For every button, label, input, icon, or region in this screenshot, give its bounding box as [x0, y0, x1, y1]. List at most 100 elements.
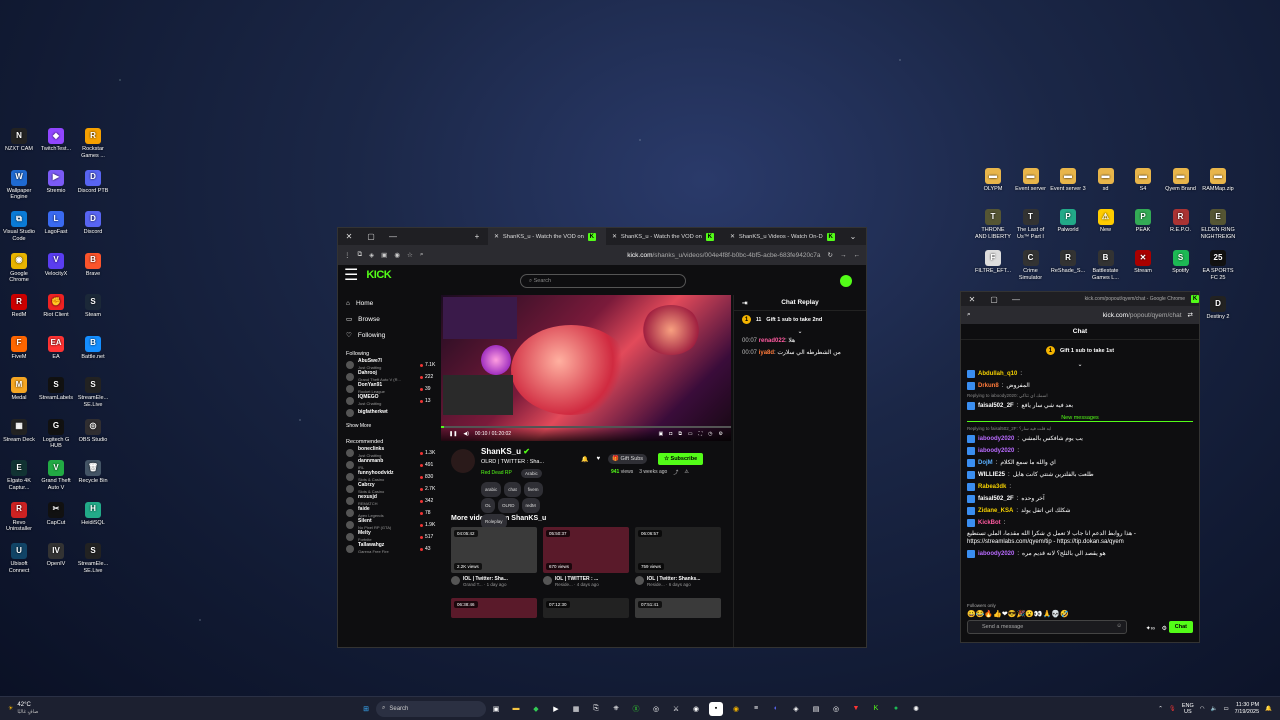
- close-window-icon[interactable]: ✕: [338, 232, 360, 241]
- desktop-icon[interactable]: B Brave: [75, 252, 111, 278]
- avatar[interactable]: [840, 275, 852, 287]
- forward-icon[interactable]: →: [840, 252, 847, 259]
- sidebar-channel[interactable]: AbuSwe7l Just Chatting 7.1K: [338, 358, 440, 371]
- wifi-icon[interactable]: ◠: [1200, 706, 1205, 712]
- desktop-icon[interactable]: T THRONE AND LIBERTY: [975, 209, 1011, 240]
- app-icon[interactable]: ≡: [749, 702, 763, 716]
- collapse-icon[interactable]: ⇥: [742, 299, 747, 307]
- desktop-icon[interactable]: ▬ Event server 3: [1050, 168, 1086, 193]
- url-field[interactable]: kick.com/shanks_u/videos/004e4f8f-b0bc-4…: [430, 252, 820, 259]
- desktop-icon[interactable]: S Spotify: [1163, 250, 1199, 275]
- desktop-icon[interactable]: EA EA: [38, 335, 74, 361]
- gift-leaderboard[interactable]: 1 11 Gift 1 sub to take 2nd: [742, 315, 858, 324]
- desktop-icon[interactable]: ◉ Google Chrome: [1, 252, 37, 284]
- hamburger-icon[interactable]: ☰: [344, 265, 358, 285]
- desktop-icon[interactable]: R Rockstar Games ...: [75, 128, 111, 159]
- clip-icon[interactable]: ▣: [659, 431, 664, 437]
- restore-icon[interactable]: ▢: [983, 295, 1005, 304]
- desktop-icon[interactable]: D Discord: [75, 211, 111, 236]
- sidebar-channel[interactable]: DonYan91 Rocket League 39: [338, 382, 440, 395]
- back-icon[interactable]: ←: [854, 252, 861, 259]
- desktop-icon[interactable]: ▶ Stremio: [38, 169, 74, 195]
- tab-close-icon[interactable]: ✕: [612, 234, 617, 240]
- sidebar-channel[interactable]: Silent No Pixel RP (GTA) 1.9K: [338, 518, 440, 531]
- desktop-icon[interactable]: P Palworld: [1050, 209, 1086, 234]
- pause-icon[interactable]: ❚❚: [449, 431, 457, 437]
- video-card[interactable]: 06:38:46: [451, 598, 537, 618]
- bell-icon[interactable]: 🔔: [581, 456, 588, 463]
- weather-widget[interactable]: ☀ 42°C صافٍ غالبًا: [0, 702, 120, 716]
- desktop-icon[interactable]: R RedM: [1, 294, 37, 319]
- task-view-icon[interactable]: ▣: [489, 702, 503, 716]
- start-icon[interactable]: ⊞: [359, 702, 373, 716]
- desktop-icon[interactable]: ▦ Stream Deck: [1, 418, 37, 444]
- video-card[interactable]: 07:12:30: [543, 598, 629, 618]
- tag-chip[interactable]: redM: [521, 498, 540, 513]
- tab-3[interactable]: ✕ ShanKS_u Videos - Watch On-D K: [724, 228, 842, 245]
- desktop-icon[interactable]: 25 EA SPORTS FC 25: [1200, 250, 1236, 281]
- settings-gear-icon[interactable]: ⚙: [1162, 625, 1167, 632]
- sidebar-channel[interactable]: Dahrooj Grand Theft Auto V (R... 222: [338, 370, 440, 383]
- tag-chip[interactable]: OLRD: [498, 498, 519, 513]
- desktop-icon[interactable]: S StreamEle... SE.Live: [75, 377, 111, 408]
- app-icon[interactable]: ▶: [549, 702, 563, 716]
- video-player[interactable]: ❚❚ ◀) 00:10 / 01:20:02 ▣ ◘ ⧉ ▭ ⛶ ◷ ⚙: [441, 295, 731, 441]
- clock[interactable]: 11:30 PM 7/19/2025: [1235, 702, 1259, 716]
- desktop-icon[interactable]: D Discord PTB: [75, 169, 111, 195]
- app-icon[interactable]: ◉: [689, 702, 703, 716]
- tag-chip[interactable]: chat: [504, 482, 521, 497]
- desktop-icon[interactable]: F FILTRE_EFT...: [975, 250, 1011, 275]
- video-thumbnail[interactable]: 07:12:30: [543, 598, 629, 618]
- sidebar-channel[interactable]: bigfatherkwt: [338, 407, 440, 419]
- tab-2[interactable]: ✕ ShanKS_u - Watch the VOD on K: [606, 228, 724, 245]
- sidebar-item-home[interactable]: ⌂ Home: [338, 295, 440, 311]
- channel-name[interactable]: ShanKS_u ✔: [481, 447, 530, 456]
- desktop-icon[interactable]: V Grand Theft Auto V: [38, 460, 74, 491]
- video-card[interactable]: 05:50:37 670 views IOL | TWITTER : ... Resi…: [543, 527, 629, 588]
- desktop-icon[interactable]: H HeidiSQL: [75, 501, 111, 527]
- chat-send-button[interactable]: Chat: [1168, 621, 1193, 633]
- menu-dots-icon[interactable]: ⋮: [344, 251, 351, 259]
- camera-icon[interactable]: ◘: [669, 431, 672, 437]
- app-icon[interactable]: ◎: [649, 702, 663, 716]
- desktop-icon[interactable]: N NZXT CAM: [1, 128, 37, 153]
- desktop-icon[interactable]: ▬ Qyem Brand: [1163, 168, 1199, 193]
- sidebar-channel[interactable]: Melty Fortnite 517: [338, 530, 440, 543]
- send-message-input[interactable]: Send a message ☺: [967, 620, 1127, 634]
- subscribe-button[interactable]: ☆ Subscribe: [658, 453, 704, 465]
- desktop-icon[interactable]: E Elgato 4K Captur...: [1, 460, 37, 491]
- video-card[interactable]: 04:05:42 2.2K views IOL | Twitter: Sha... G…: [451, 527, 537, 588]
- volume-icon[interactable]: ◀): [463, 431, 469, 437]
- taskbar-search[interactable]: ⌕ Search: [376, 700, 486, 717]
- popout-gift-leaderboard[interactable]: 1 Gift 1 sub to take 1st: [967, 346, 1193, 355]
- desktop-icon[interactable]: S StreamLabels: [38, 377, 74, 402]
- desktop-icon[interactable]: ◆ TwitchTest...: [38, 128, 74, 153]
- desktop-icon[interactable]: S StreamEle... SE.Live: [75, 543, 111, 574]
- desktop-icon[interactable]: U Ubisoft Connect: [1, 543, 37, 574]
- desktop-icon[interactable]: M Medal: [1, 377, 37, 402]
- kick-icon[interactable]: K: [869, 702, 883, 716]
- desktop-icon[interactable]: ▬ RAMMap.zip: [1200, 168, 1236, 193]
- heart-icon[interactable]: ♥: [596, 456, 600, 462]
- notification-icon[interactable]: 🔔: [1265, 706, 1272, 712]
- desktop-icon[interactable]: W Wallpaper Engine: [1, 169, 37, 201]
- desktop-icon[interactable]: S Steam: [75, 294, 111, 319]
- gift-subs-button[interactable]: 🎁 Gift Subs: [608, 454, 648, 464]
- app-icon[interactable]: ◈: [789, 702, 803, 716]
- spotify-icon[interactable]: ●: [889, 702, 903, 716]
- desktop-icon[interactable]: T The Last of Us™ Part I: [1013, 209, 1049, 240]
- desktop-icon[interactable]: R R.E.P.O.: [1163, 209, 1199, 234]
- tab-close-icon[interactable]: ✕: [494, 234, 499, 240]
- discord-icon[interactable]: ◐: [769, 702, 783, 716]
- xbox-icon[interactable]: Ⓧ: [629, 702, 643, 716]
- desktop-icon[interactable]: ▬ sd: [1088, 168, 1124, 193]
- video-thumbnail[interactable]: 04:05:42 2.2K views: [451, 527, 537, 573]
- search-icon[interactable]: ⌕: [420, 251, 424, 259]
- tab-close-icon[interactable]: ✕: [730, 234, 735, 240]
- extension-icon[interactable]: ◉: [394, 251, 400, 259]
- pip-icon[interactable]: ⧉: [678, 431, 682, 437]
- sidebar-channel[interactable]: IQMEGO Just Chatting 13: [338, 394, 440, 407]
- theater-icon[interactable]: ▭: [688, 431, 693, 437]
- desktop-icon[interactable]: IV OpenIV: [38, 543, 74, 568]
- app-icon[interactable]: ▤: [809, 702, 823, 716]
